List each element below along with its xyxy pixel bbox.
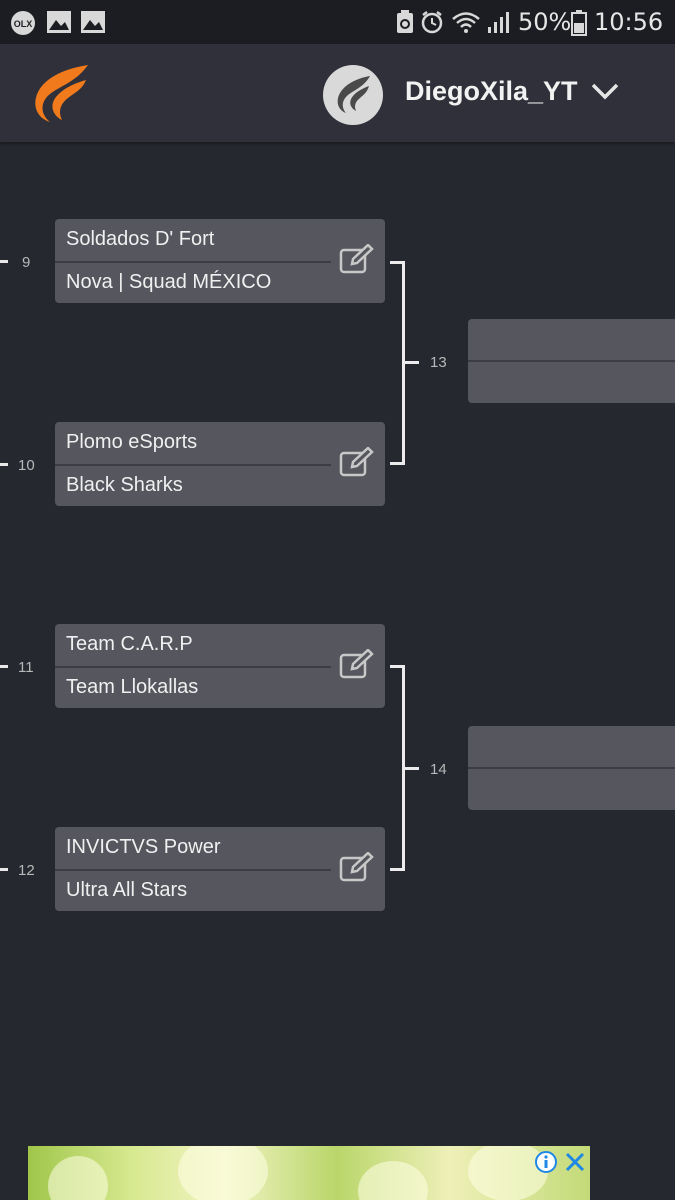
alarm-icon xyxy=(421,11,443,34)
bracket-connector xyxy=(390,665,405,871)
ad-image-blob xyxy=(358,1161,428,1200)
bracket-connector xyxy=(0,260,8,263)
close-icon[interactable] xyxy=(563,1150,587,1174)
bracket-connector xyxy=(390,261,405,465)
battery-icon xyxy=(571,10,587,36)
match-card[interactable]: Team C.A.R.P Team Llokallas xyxy=(55,624,385,708)
divider xyxy=(55,869,331,871)
status-bar: OLX 50% 10:56 xyxy=(0,0,675,44)
avatar[interactable] xyxy=(322,64,384,126)
divider xyxy=(55,464,331,466)
team-name: Team C.A.R.P xyxy=(66,633,193,655)
ad-banner[interactable] xyxy=(28,1146,590,1200)
match-card[interactable]: Plomo eSports Black Sharks xyxy=(55,422,385,506)
signal-icon xyxy=(488,12,509,33)
match-number: 12 xyxy=(18,862,35,879)
info-icon[interactable] xyxy=(534,1150,558,1174)
team-name: INVICTVS Power xyxy=(66,836,221,858)
bracket-connector xyxy=(0,868,8,871)
match-number: 9 xyxy=(22,254,31,271)
username[interactable]: DiegoXila_YT xyxy=(405,76,578,107)
app-header: DiegoXila_YT xyxy=(0,44,675,142)
match-card-empty[interactable] xyxy=(468,726,675,810)
team-name: Plomo eSports xyxy=(66,431,198,453)
edit-icon[interactable] xyxy=(339,447,375,479)
match-card[interactable]: Soldados D' Fort Nova | Squad MÉXICO xyxy=(55,219,385,303)
edit-icon[interactable] xyxy=(339,852,375,884)
edit-icon[interactable] xyxy=(339,649,375,681)
match-number: 13 xyxy=(430,354,447,371)
olx-icon: OLX xyxy=(11,11,35,35)
divider xyxy=(468,767,675,769)
bracket-connector xyxy=(0,463,8,466)
match-card[interactable]: INVICTVS Power Ultra All Stars xyxy=(55,827,385,911)
bracket-connector xyxy=(0,665,8,668)
bracket-connector xyxy=(405,767,419,770)
divider xyxy=(55,261,331,263)
match-number: 10 xyxy=(18,457,35,474)
match-number: 11 xyxy=(18,659,34,676)
gallery-icon xyxy=(81,11,105,33)
battery-percentage: 50% xyxy=(518,8,572,36)
divider xyxy=(55,666,331,668)
team-name: Black Sharks xyxy=(66,474,183,496)
gallery-icon xyxy=(47,11,71,33)
divider xyxy=(468,360,675,362)
app-logo-icon[interactable] xyxy=(30,62,92,124)
team-name: Nova | Squad MÉXICO xyxy=(66,271,272,293)
chevron-down-icon[interactable] xyxy=(590,82,620,100)
wifi-icon xyxy=(452,12,480,33)
svg-text:OLX: OLX xyxy=(14,19,33,29)
team-name: Ultra All Stars xyxy=(66,879,188,901)
team-name: Soldados D' Fort xyxy=(66,228,215,250)
team-name: Team Llokallas xyxy=(66,676,199,698)
bracket-connector xyxy=(405,361,419,364)
match-number: 14 xyxy=(430,761,447,778)
recycle-icon xyxy=(397,10,413,33)
ad-image-blob xyxy=(178,1146,268,1200)
ad-image-blob xyxy=(48,1156,108,1200)
clock: 10:56 xyxy=(594,8,664,36)
match-card-empty[interactable] xyxy=(468,319,675,403)
edit-icon[interactable] xyxy=(339,244,375,276)
